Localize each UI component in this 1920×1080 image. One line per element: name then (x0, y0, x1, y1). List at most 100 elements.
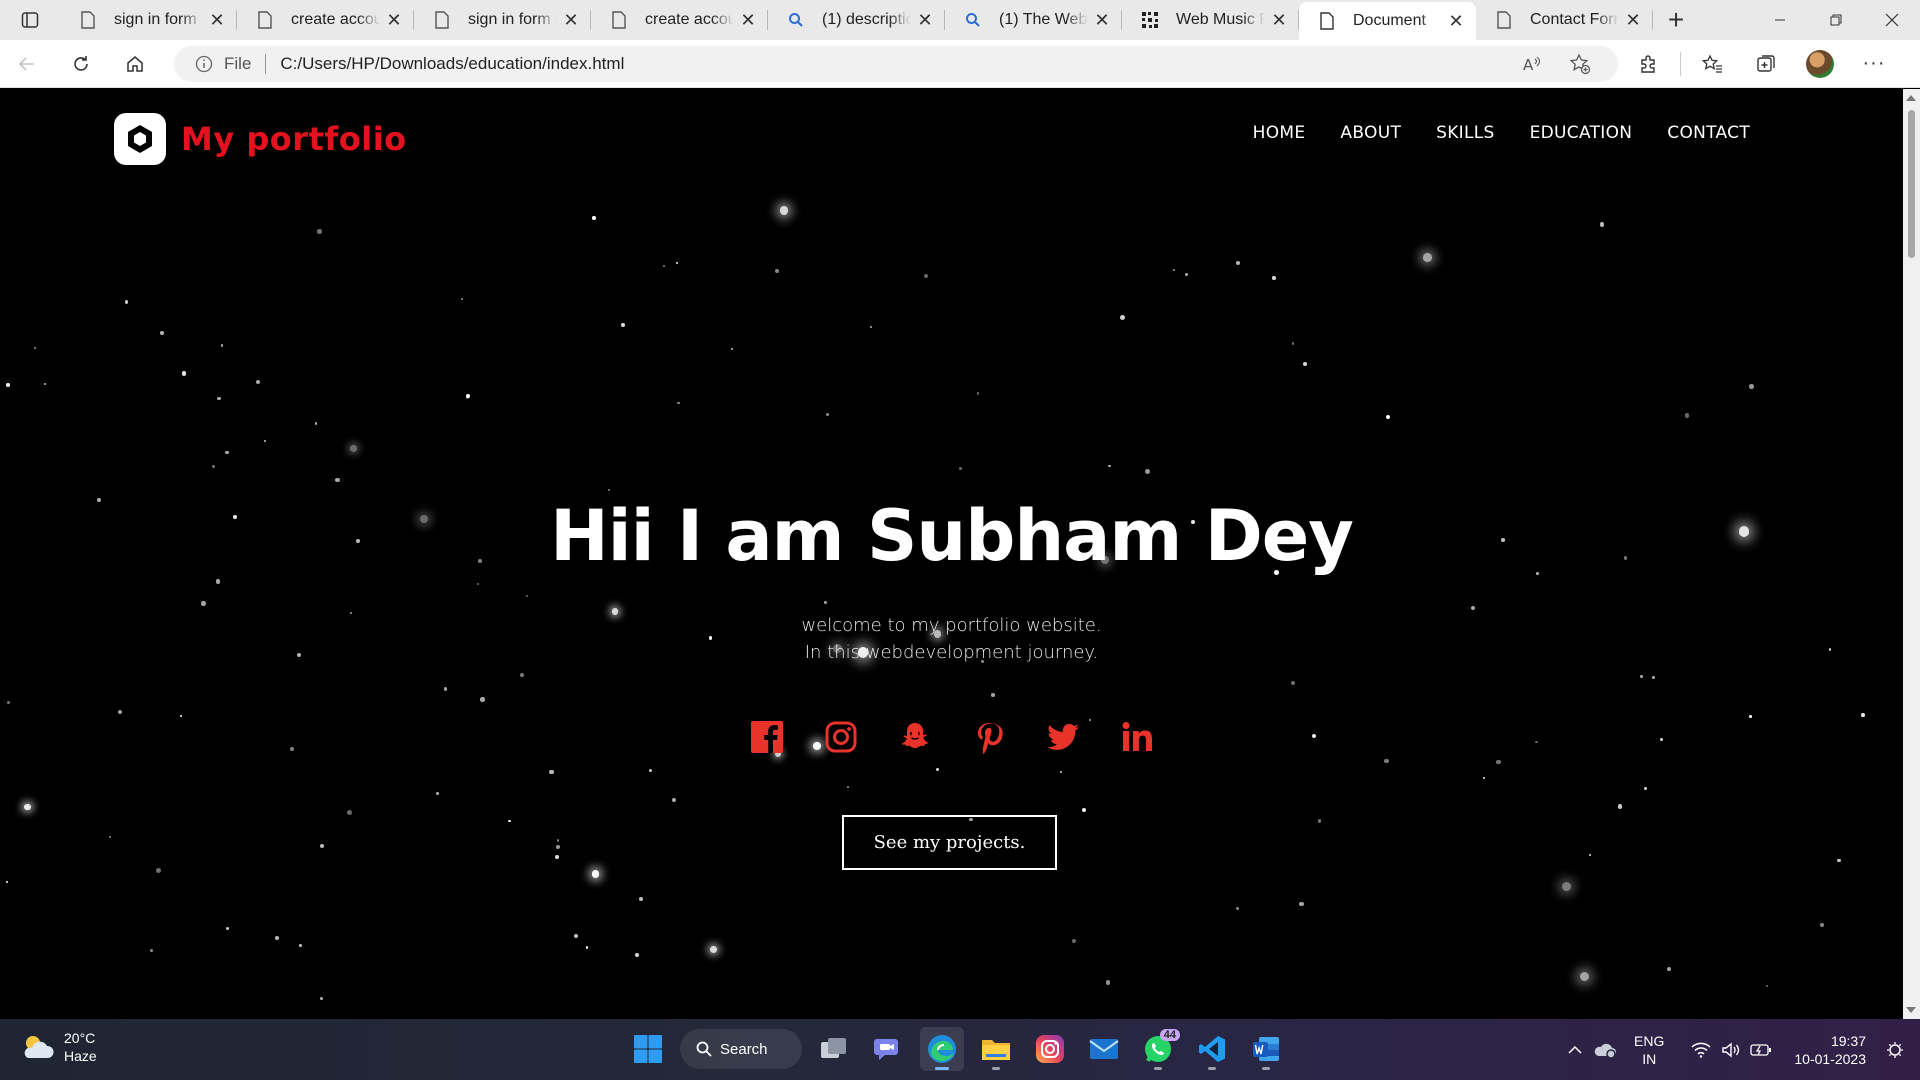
tab-title: (1) The Web Music (999, 11, 1088, 28)
hero-line-1: welcome to my portfolio website. (801, 615, 1102, 636)
scroll-down-arrow-icon[interactable] (1906, 1007, 1916, 1013)
language-line-2: IN (1642, 1050, 1657, 1067)
browser-tab-active[interactable]: Document ✕ (1299, 2, 1476, 40)
extensions-button[interactable] (1622, 40, 1676, 88)
close-icon[interactable]: ✕ (915, 10, 935, 30)
see-projects-button[interactable]: See my projects. (842, 815, 1057, 870)
edge-browser-button[interactable] (920, 1027, 964, 1071)
mail-app-button[interactable] (1082, 1027, 1126, 1071)
task-view-button[interactable] (812, 1027, 856, 1071)
page-scrollbar[interactable] (1903, 89, 1920, 1019)
collections-button[interactable] (1739, 40, 1793, 88)
file-scheme-label: File (224, 53, 252, 73)
browser-toolbar: File C:/Users/HP/Downloads/education/ind… (0, 40, 1920, 88)
windows-logo-icon (634, 1035, 662, 1063)
hero-section: Hii I am Subham Dey welcome to my portfo… (0, 89, 1903, 1019)
pinterest-link[interactable] (971, 719, 1007, 755)
open-indicator (1262, 1067, 1270, 1070)
chevron-up-icon[interactable] (1560, 1045, 1590, 1055)
close-icon[interactable]: ✕ (207, 10, 227, 30)
address-separator (265, 53, 267, 74)
start-button[interactable] (626, 1027, 670, 1071)
scrollbar-thumb[interactable] (1908, 110, 1915, 258)
tab-title: sign in form page (114, 11, 203, 28)
close-icon[interactable]: ✕ (384, 10, 404, 30)
page-icon (609, 10, 629, 30)
scroll-up-arrow-icon[interactable] (1906, 95, 1916, 101)
browser-tab[interactable]: create account ✕ (237, 0, 414, 40)
settings-more-button[interactable]: ··· (1847, 40, 1901, 88)
battery-icon[interactable] (1746, 1043, 1776, 1057)
task-view-icon (821, 1038, 846, 1058)
grid-icon (1140, 10, 1160, 30)
facebook-link[interactable] (749, 719, 785, 755)
new-tab-button[interactable]: + (1653, 0, 1699, 40)
back-button[interactable] (0, 40, 54, 88)
close-icon[interactable]: ✕ (561, 10, 581, 30)
search-icon (786, 10, 806, 30)
system-clock[interactable]: 19:37 10-01-2023 (1794, 1032, 1866, 1068)
close-icon[interactable]: ✕ (1269, 10, 1289, 30)
browser-tab[interactable]: Contact Form ✕ (1476, 0, 1653, 40)
url-text[interactable]: C:/Users/HP/Downloads/education/index.ht… (280, 54, 1508, 74)
close-window-button[interactable] (1864, 0, 1920, 40)
profile-button[interactable] (1793, 40, 1847, 88)
favorites-button[interactable] (1685, 40, 1739, 88)
refresh-button[interactable] (54, 40, 108, 88)
page-icon (1317, 11, 1337, 31)
browser-tab[interactable]: Web Music Player ✕ (1122, 0, 1299, 40)
system-tray: ENG IN 19:37 10-01-2023 (1560, 1019, 1920, 1080)
puzzle-icon (1641, 54, 1655, 73)
close-icon[interactable]: ✕ (1446, 11, 1466, 31)
browser-tab[interactable]: sign in form page ✕ (414, 0, 591, 40)
read-aloud-icon[interactable]: A (1508, 46, 1556, 82)
word-button[interactable] (1244, 1027, 1288, 1071)
more-icon: ··· (1862, 52, 1886, 74)
volume-icon[interactable] (1716, 1042, 1746, 1058)
weather-widget[interactable]: 20°C Haze (20, 1029, 97, 1065)
twitter-link[interactable] (1045, 719, 1081, 755)
back-arrow-icon (18, 56, 34, 71)
hero-line-2: In this webdevelopment journey. (804, 642, 1099, 663)
onedrive-icon[interactable] (1590, 1041, 1620, 1059)
minimize-button[interactable] (1752, 0, 1808, 40)
whatsapp-button[interactable]: 44 (1136, 1027, 1180, 1071)
home-button[interactable] (108, 40, 162, 88)
browser-tab-bar: sign in form page ✕ create account ✕ sig… (0, 0, 1920, 40)
address-bar[interactable]: File C:/Users/HP/Downloads/education/ind… (174, 45, 1618, 82)
instagram-app-button[interactable] (1028, 1027, 1072, 1071)
search-label: Search (720, 1040, 768, 1058)
info-icon[interactable] (194, 54, 214, 74)
browser-tab[interactable]: (1) The Web Music ✕ (945, 0, 1122, 40)
browser-tab[interactable]: sign in form page ✕ (60, 0, 237, 40)
folder-icon (982, 1040, 1010, 1060)
taskbar-search[interactable]: Search (680, 1029, 802, 1069)
restore-button[interactable] (1808, 0, 1864, 40)
close-icon[interactable]: ✕ (1092, 10, 1112, 30)
linkedin-link[interactable] (1119, 719, 1155, 755)
windows-taskbar: 20°C Haze Search 44 ENG IN 19:37 10-01-2… (0, 1019, 1920, 1080)
notifications-icon[interactable] (1880, 1041, 1910, 1059)
wifi-icon[interactable] (1686, 1042, 1716, 1058)
hero-title: Hii I am Subham Dey (550, 495, 1354, 577)
language-indicator[interactable]: ENG IN (1634, 1032, 1664, 1068)
webpage-viewport: My portfolio HOME ABOUT SKILLS EDUCATION… (0, 89, 1903, 1019)
browser-tab[interactable]: create account ✕ (591, 0, 768, 40)
vscode-button[interactable] (1190, 1027, 1234, 1071)
tab-title: Document (1353, 12, 1426, 29)
teams-chat-button[interactable] (866, 1027, 910, 1071)
search-icon (963, 10, 983, 30)
tab-actions-button[interactable] (0, 0, 60, 40)
minimize-icon (1775, 19, 1785, 21)
tab-title: create account (645, 11, 734, 28)
close-icon[interactable]: ✕ (738, 10, 758, 30)
tab-title: Contact Form (1530, 11, 1619, 28)
add-favorite-icon[interactable] (1556, 46, 1604, 82)
file-explorer-button[interactable] (974, 1027, 1018, 1071)
language-line-1: ENG (1634, 1032, 1665, 1049)
close-icon[interactable]: ✕ (1623, 10, 1643, 30)
instagram-link[interactable] (823, 719, 859, 755)
home-icon (127, 55, 143, 72)
browser-tab[interactable]: (1) description ✕ (768, 0, 945, 40)
snapchat-link[interactable] (897, 719, 933, 755)
